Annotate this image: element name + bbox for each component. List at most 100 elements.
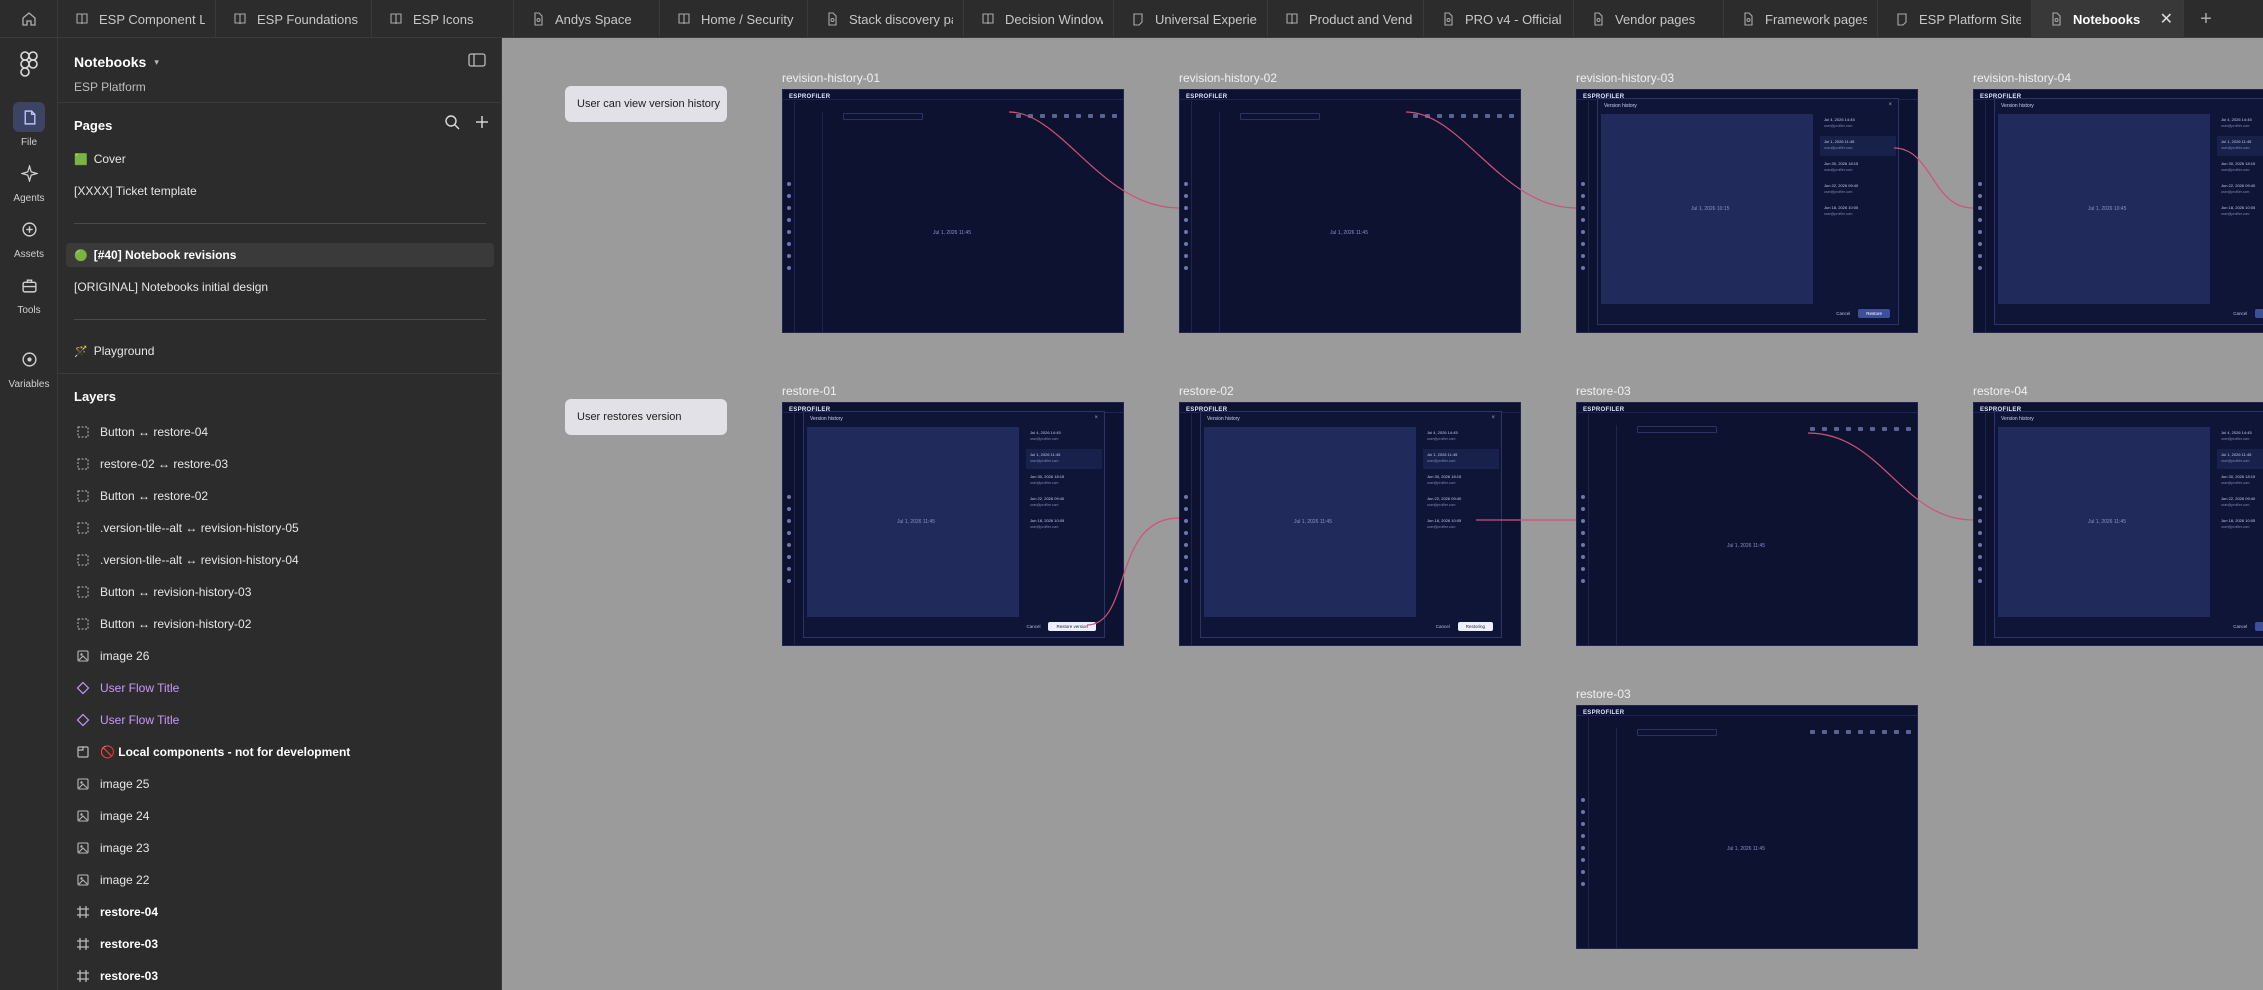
layer-label: .version-tile--alt ↔ revision-history-04 — [100, 553, 299, 567]
rail-label: Variables — [8, 379, 50, 390]
file-name-menu[interactable]: Notebooks ▾ — [74, 54, 159, 70]
rail-btn — [13, 270, 45, 300]
book-icon — [982, 13, 994, 25]
tab-home-security-stac[interactable]: Home / Security Stac — [660, 0, 808, 38]
rail-label: Agents — [13, 193, 45, 204]
rail-file[interactable]: File — [0, 102, 58, 148]
layer-label: image 25 — [100, 777, 150, 791]
layer-item[interactable]: .version-tile--alt ↔ revision-history-04 — [58, 548, 501, 572]
divider — [58, 373, 501, 374]
tab-esp-foundations[interactable]: ESP Foundations — [216, 0, 372, 38]
rail-variables[interactable]: Variables — [0, 344, 58, 390]
pages-actions — [444, 114, 490, 130]
tab-andys-space[interactable]: Andys Space — [514, 0, 660, 38]
layer-item[interactable]: .version-tile--alt ↔ revision-history-05 — [58, 516, 501, 540]
layer-label: restore-02 ↔ restore-03 — [100, 457, 229, 471]
layer-item[interactable]: User Flow Title — [58, 708, 501, 732]
sidebar-toggle-icon[interactable] — [468, 53, 486, 67]
layer-label: .version-tile--alt ↔ revision-history-05 — [100, 521, 299, 535]
figma-file-icon — [2052, 12, 2061, 26]
tab-label: Universal Experienc — [1155, 11, 1257, 27]
connector-icon — [77, 554, 89, 566]
connector-icon — [77, 522, 89, 534]
layer-label: image 22 — [100, 873, 150, 887]
layer-item[interactable]: 🚫 Local components - not for development — [58, 740, 501, 764]
component-icon — [76, 681, 90, 695]
tab-product-and-vendor[interactable]: Product and Vendor — [1268, 0, 1424, 38]
layer-item[interactable]: restore-03 — [58, 964, 501, 988]
connector-line[interactable] — [1893, 147, 1974, 209]
rail-assets[interactable]: Assets — [0, 214, 58, 260]
page-separator — [74, 223, 486, 224]
tab-pro-v4-official-ui[interactable]: PRO v4 - Official UI — [1424, 0, 1574, 38]
tab-framework-pages[interactable]: Framework pages — [1724, 0, 1878, 38]
tab-bar: ESP Component Libr ESP Foundations ESP Ico… — [0, 0, 2263, 38]
layer-item[interactable]: Button ↔ restore-04 — [58, 420, 501, 444]
tab-esp-icons[interactable]: ESP Icons — [372, 0, 514, 38]
layer-item[interactable]: image 25 — [58, 772, 501, 796]
design-canvas[interactable]: User can view version history User restor… — [502, 38, 2263, 990]
layer-item[interactable]: image 26 — [58, 644, 501, 668]
section-icon — [77, 746, 89, 758]
layer-item[interactable]: restore-03 — [58, 932, 501, 956]
page-item[interactable]: 🪄 Playground — [66, 339, 494, 363]
page-item[interactable]: 🟢 [#40] Notebook revisions — [66, 243, 494, 267]
connector-line[interactable] — [1086, 517, 1180, 626]
layers-heading: Layers — [74, 389, 116, 404]
figjam-icon — [1897, 13, 1907, 26]
page-item[interactable]: [ORIGINAL] Notebooks initial design — [66, 275, 494, 299]
tab-notebooks[interactable]: Notebooks ✕ — [2032, 0, 2184, 38]
connector-icon — [77, 586, 89, 598]
layer-item[interactable]: Button ↔ revision-history-03 — [58, 580, 501, 604]
layer-label: image 26 — [100, 649, 150, 663]
image-icon — [77, 842, 89, 854]
page-emoji: 🪄 — [74, 345, 88, 358]
tab-label: ESP Component Libr — [99, 11, 205, 27]
layer-label: Button ↔ restore-02 — [100, 489, 209, 503]
frame-icon — [77, 938, 89, 950]
rail-agents[interactable]: Agents — [0, 158, 58, 204]
layer-item[interactable]: image 22 — [58, 868, 501, 892]
layer-label: restore-03 — [100, 969, 159, 983]
tab-label: Andys Space — [555, 11, 632, 27]
connector-line[interactable] — [1807, 432, 1974, 521]
layer-item[interactable]: Button ↔ revision-history-02 — [58, 612, 501, 636]
layer-label: restore-03 — [100, 937, 159, 951]
frame-icon — [77, 970, 89, 982]
rail-tools[interactable]: Tools — [0, 270, 58, 316]
add-page-icon[interactable] — [474, 114, 490, 130]
connector-icon — [77, 458, 89, 470]
file-icon — [24, 109, 36, 125]
book-icon — [76, 13, 88, 25]
tab-stack-discovery-pag[interactable]: Stack discovery pag — [808, 0, 964, 38]
layer-item[interactable]: Button ↔ restore-02 — [58, 484, 501, 508]
project-name[interactable]: ESP Platform — [74, 80, 146, 94]
image-icon — [77, 650, 89, 662]
tab-universal-experienc[interactable]: Universal Experienc — [1114, 0, 1268, 38]
rail-label: Assets — [13, 249, 44, 260]
layer-item[interactable]: restore-04 — [58, 900, 501, 924]
layer-label: User Flow Title — [100, 713, 180, 727]
divider — [58, 102, 501, 103]
search-icon[interactable] — [444, 114, 460, 130]
page-item[interactable]: [XXXX] Ticket template — [66, 179, 494, 203]
tab-label: Home / Security Stac — [701, 11, 797, 27]
tab-vendor-pages[interactable]: Vendor pages — [1574, 0, 1724, 38]
layer-item[interactable]: image 24 — [58, 804, 501, 828]
figma-logo-icon[interactable] — [18, 51, 40, 77]
page-item[interactable]: 🟩 Cover — [66, 147, 494, 171]
figma-file-icon — [534, 12, 543, 26]
home-tab[interactable] — [0, 0, 58, 38]
tab-decision-windows[interactable]: Decision Windows — [964, 0, 1114, 38]
tab-esp-component-libr[interactable]: ESP Component Libr — [58, 0, 216, 38]
pages-heading: Pages — [74, 118, 113, 133]
page-emoji: 🟩 — [74, 153, 88, 166]
connector-line[interactable] — [1405, 111, 1577, 209]
tab-esp-platform-site-m[interactable]: ESP Platform Site M — [1878, 0, 2032, 38]
close-icon[interactable]: ✕ — [2150, 9, 2173, 29]
layer-item[interactable]: User Flow Title — [58, 676, 501, 700]
connector-line[interactable] — [1008, 111, 1180, 209]
layer-item[interactable]: image 23 — [58, 836, 501, 860]
layer-item[interactable]: restore-02 ↔ restore-03 — [58, 452, 501, 476]
new-tab-button[interactable]: + — [2184, 0, 2228, 38]
